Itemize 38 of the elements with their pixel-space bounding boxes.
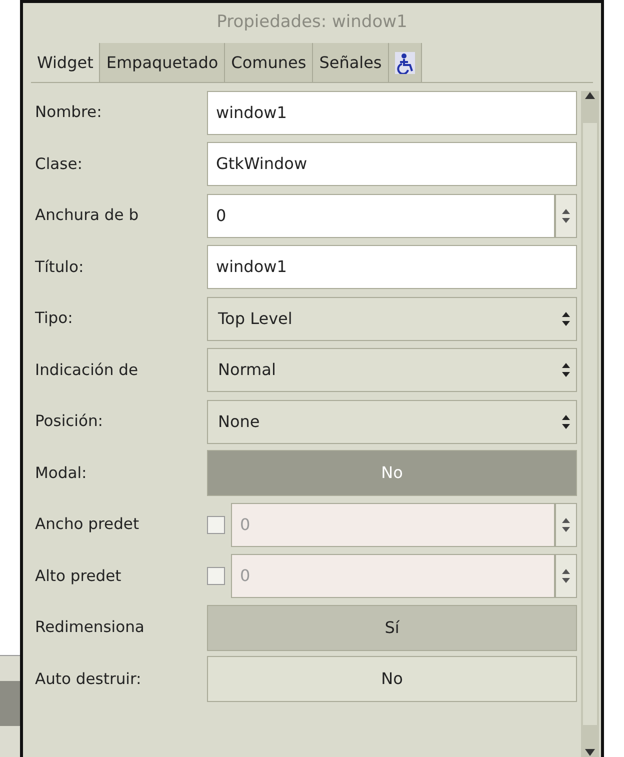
scroll-up-icon[interactable] — [585, 91, 595, 99]
property-label: Clase: — [34, 154, 84, 175]
property-label: Auto destruir: — [34, 668, 142, 690]
property-label: Anchura de b — [34, 205, 140, 226]
property-label: Nombre: — [34, 102, 103, 124]
window-title: Propiedades: window1 — [216, 11, 408, 34]
property-label: Posición: — [34, 411, 104, 432]
property-label: Modal: — [34, 462, 88, 484]
number-field[interactable]: 0 — [207, 194, 555, 238]
property-label: Ancho predet — [34, 514, 140, 536]
property-label: Alto predet — [34, 566, 122, 587]
spin-buttons[interactable] — [555, 554, 577, 598]
dropdown-arrows-icon — [562, 362, 570, 378]
accessibility-icon — [394, 52, 415, 74]
dropdown[interactable]: Top Level — [207, 296, 577, 341]
property-label: Indicación de — [34, 360, 139, 381]
dropdown-arrows-icon — [562, 414, 570, 430]
toggle-button[interactable]: No — [207, 656, 577, 702]
text-field[interactable]: window1 — [207, 90, 577, 135]
text-field[interactable]: window1 — [207, 245, 577, 290]
spin-buttons[interactable] — [555, 502, 577, 547]
dropdown[interactable]: None — [207, 400, 577, 444]
property-label: Redimensiona — [34, 617, 146, 638]
scroll-down-icon[interactable] — [585, 749, 595, 757]
tab[interactable]: Comunes — [225, 43, 314, 82]
tab[interactable]: Señales — [313, 43, 389, 82]
text-field[interactable]: GtkWindow — [207, 142, 577, 186]
property-label: Título: — [34, 256, 85, 278]
dropdown-arrows-icon — [562, 310, 570, 327]
scrollbar[interactable] — [581, 91, 599, 757]
property-label: Tipo: — [34, 308, 74, 330]
dropdown[interactable]: Normal — [207, 348, 577, 392]
spin-buttons[interactable] — [555, 194, 577, 238]
tab[interactable]: Empaquetado — [100, 43, 226, 82]
checkbox[interactable] — [207, 567, 225, 586]
toggle-button[interactable]: Sí — [207, 604, 577, 651]
accessibility-tab[interactable] — [388, 43, 422, 82]
checkbox[interactable] — [207, 516, 225, 534]
